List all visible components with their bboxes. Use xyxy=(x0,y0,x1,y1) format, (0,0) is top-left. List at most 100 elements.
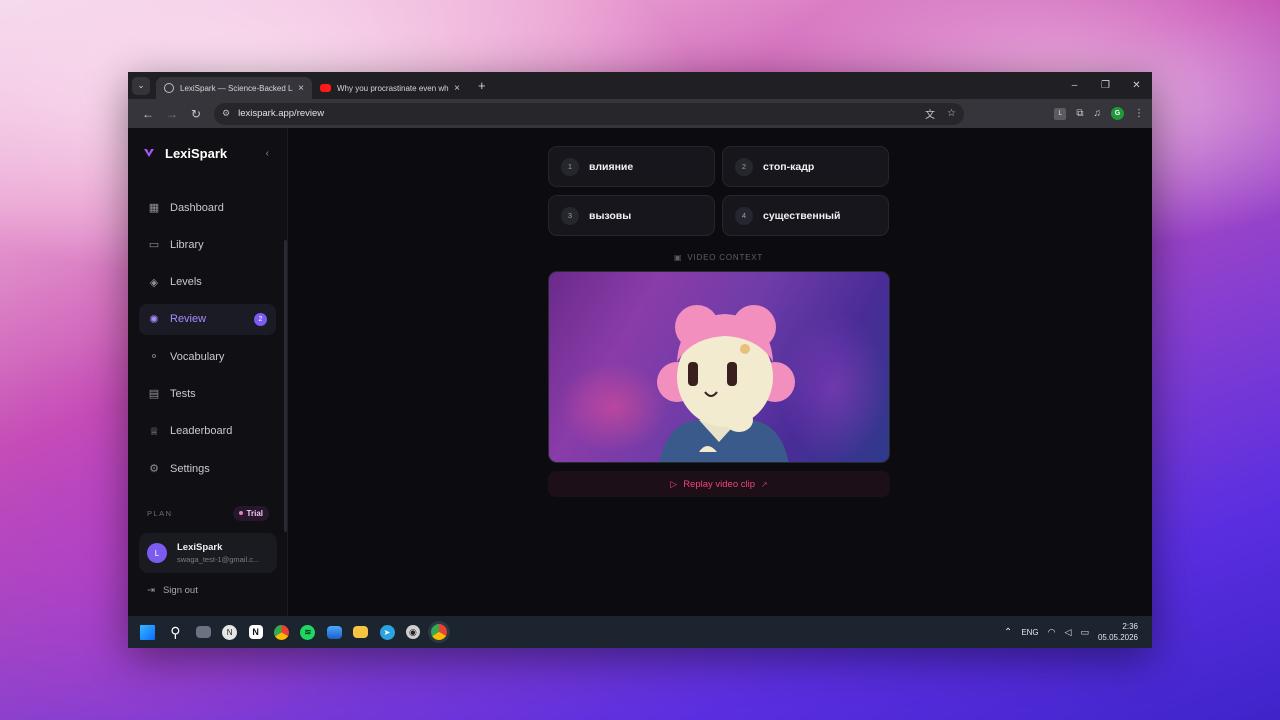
extension-l-icon[interactable]: L xyxy=(1054,107,1067,120)
brand[interactable]: LexiSpark xyxy=(128,128,287,178)
replay-video-button[interactable]: ▷ Replay video clip ↗ xyxy=(548,471,890,497)
translate-icon[interactable]: 文 xyxy=(925,106,935,121)
media-control-icon[interactable]: ♫ xyxy=(1094,108,1102,119)
logout-icon: ⇥ xyxy=(147,585,155,596)
windows-start-icon[interactable] xyxy=(140,624,155,640)
globe-icon xyxy=(164,83,174,93)
file-explorer-icon[interactable] xyxy=(353,626,369,638)
clock-time: 2:36 xyxy=(1122,622,1138,631)
profile-avatar-icon[interactable]: G xyxy=(1111,107,1124,120)
site-info-icon[interactable]: ⚙ xyxy=(222,108,230,119)
video-frame[interactable] xyxy=(548,271,890,463)
sidebar-item-label: Leaderboard xyxy=(170,425,233,438)
chrome-active-icon[interactable] xyxy=(431,624,448,640)
option-word: существенный xyxy=(763,209,841,222)
answer-option-1[interactable]: 1 влияние xyxy=(548,146,715,187)
tab-search-button[interactable]: ⌄ xyxy=(132,76,150,95)
video-context-label: VIDEO CONTEXT xyxy=(687,253,764,262)
plan-badge[interactable]: Trial xyxy=(232,505,269,521)
brain-icon: ✺ xyxy=(149,313,159,326)
graduation-cap-icon: ◈ xyxy=(149,276,159,289)
cartoon-character-icon xyxy=(657,305,795,462)
close-tab-icon[interactable]: × xyxy=(298,83,304,94)
maximize-button[interactable]: ❐ xyxy=(1090,72,1121,99)
taskbar: ⚲ N N ≋ ➤ ◉ ⌃ ENG ◠ ◁ ▭ 2:36 05.05.2026 xyxy=(128,616,1152,648)
notion-icon[interactable]: N xyxy=(248,625,263,639)
user-card[interactable]: L LexiSpark swaga_test-1@gmail.c... xyxy=(139,533,277,573)
clock[interactable]: 2:36 05.05.2026 xyxy=(1098,621,1138,643)
chrome-icon[interactable] xyxy=(273,624,289,640)
sidebar-item-review[interactable]: ✺ Review 2 xyxy=(139,303,276,335)
video-context-heading: ▣ VIDEO CONTEXT xyxy=(674,253,763,262)
close-tab-icon[interactable]: × xyxy=(454,83,460,94)
system-tray: ⌃ ENG ◠ ◁ ▭ 2:36 05.05.2026 xyxy=(1004,616,1152,648)
answer-option-3[interactable]: 3 вызовы xyxy=(548,195,715,236)
status-dot-icon xyxy=(238,511,243,515)
sidebar-item-leaderboard[interactable]: ♕ Leaderboard xyxy=(139,416,276,447)
dashboard-icon: ▦ xyxy=(148,202,160,214)
forward-button[interactable]: → xyxy=(160,107,184,121)
photos-icon[interactable] xyxy=(326,625,342,639)
extensions-puzzle-icon[interactable]: ⧉ xyxy=(1076,108,1083,119)
search-icon[interactable]: ⚲ xyxy=(166,623,184,641)
sidebar-item-label: Levels xyxy=(170,276,202,289)
option-word: вызовы xyxy=(589,209,632,222)
sidebar-item-tests[interactable]: ▤ Tests xyxy=(139,378,276,409)
bookmark-star-icon[interactable]: ☆ xyxy=(947,108,956,119)
url-text: lexispark.app/review xyxy=(238,108,325,119)
tab-title: Why you procrastinate even whe xyxy=(337,83,450,93)
avatar: L xyxy=(147,543,167,563)
wifi-icon[interactable]: ◠ xyxy=(1048,627,1056,638)
sidebar-item-label: Tests xyxy=(170,387,196,400)
tab-lexispark[interactable]: LexiSpark — Science-Backed Lan × xyxy=(156,77,312,99)
main-content: 1 влияние 2 стоп-кадр 3 вызовы 4 существ… xyxy=(288,128,1152,616)
address-bar-row: ← → ↻ ⚙ lexispark.app/review 文 ☆ L ⧉ ♫ G… xyxy=(128,99,1152,128)
logo-icon xyxy=(144,148,154,158)
play-icon: ▷ xyxy=(670,478,678,489)
sign-out-button[interactable]: ⇥ Sign out xyxy=(147,585,198,596)
sidebar-item-vocabulary[interactable]: ⚬ Vocabulary xyxy=(139,341,276,372)
menu-kebab-icon[interactable]: ⋮ xyxy=(1134,108,1144,119)
show-hidden-icons-icon[interactable]: ⌃ xyxy=(1004,627,1012,638)
spotify-icon[interactable]: ≋ xyxy=(300,624,316,640)
external-link-icon: ↗ xyxy=(761,479,768,489)
address-bar[interactable]: ⚙ lexispark.app/review 文 ☆ xyxy=(214,102,964,125)
extensions-area: L ⧉ ♫ G ⋮ xyxy=(1054,107,1144,120)
volume-icon[interactable]: ◁ xyxy=(1065,627,1072,638)
browser-window: ⌄ LexiSpark — Science-Backed Lan × Why y… xyxy=(128,72,1152,648)
new-tab-button[interactable]: + xyxy=(478,78,486,93)
sidebar-item-levels[interactable]: ◈ Levels xyxy=(139,267,276,298)
close-window-button[interactable]: ✕ xyxy=(1121,72,1152,99)
back-button[interactable]: ← xyxy=(136,107,160,121)
answer-option-4[interactable]: 4 существенный xyxy=(722,195,889,236)
telegram-icon[interactable]: ➤ xyxy=(379,624,395,640)
gear-icon: ⚙ xyxy=(149,463,159,476)
sidebar-item-settings[interactable]: ⚙ Settings xyxy=(139,453,276,484)
app-viewport: LexiSpark ‹ ▦ Dashboard ▭ Library ◈ Leve… xyxy=(128,128,1152,616)
language-indicator[interactable]: ENG xyxy=(1021,628,1038,637)
obs-icon[interactable]: ◉ xyxy=(405,625,420,639)
reload-button[interactable]: ↻ xyxy=(184,107,208,121)
sidebar-item-label: Settings xyxy=(170,462,210,475)
option-number: 4 xyxy=(735,206,753,225)
book-icon: ▭ xyxy=(148,239,160,252)
battery-icon[interactable]: ▭ xyxy=(1080,627,1089,638)
brand-name: LexiSpark xyxy=(165,145,228,161)
sidebar: LexiSpark ‹ ▦ Dashboard ▭ Library ◈ Leve… xyxy=(128,128,288,616)
plan-label: PLAN xyxy=(147,508,173,518)
sidebar-item-library[interactable]: ▭ Library xyxy=(139,229,276,260)
replay-label: Replay video clip xyxy=(683,478,756,490)
sign-out-label: Sign out xyxy=(162,585,198,596)
minimize-button[interactable]: – xyxy=(1059,72,1090,99)
sidebar-item-dashboard[interactable]: ▦ Dashboard xyxy=(139,192,276,223)
tab-youtube[interactable]: Why you procrastinate even whe × xyxy=(312,77,468,99)
tab-bar: ⌄ LexiSpark — Science-Backed Lan × Why y… xyxy=(128,72,1152,99)
sidebar-item-label: Dashboard xyxy=(170,201,224,214)
option-word: влияние xyxy=(589,160,634,173)
sidebar-item-label: Vocabulary xyxy=(170,350,225,363)
task-view-icon[interactable] xyxy=(195,626,211,638)
collapse-sidebar-icon[interactable]: ‹ xyxy=(266,148,269,159)
notion-alt-icon[interactable]: N xyxy=(222,624,238,640)
answer-option-2[interactable]: 2 стоп-кадр xyxy=(722,146,889,187)
sidebar-scrollbar[interactable] xyxy=(284,240,287,532)
